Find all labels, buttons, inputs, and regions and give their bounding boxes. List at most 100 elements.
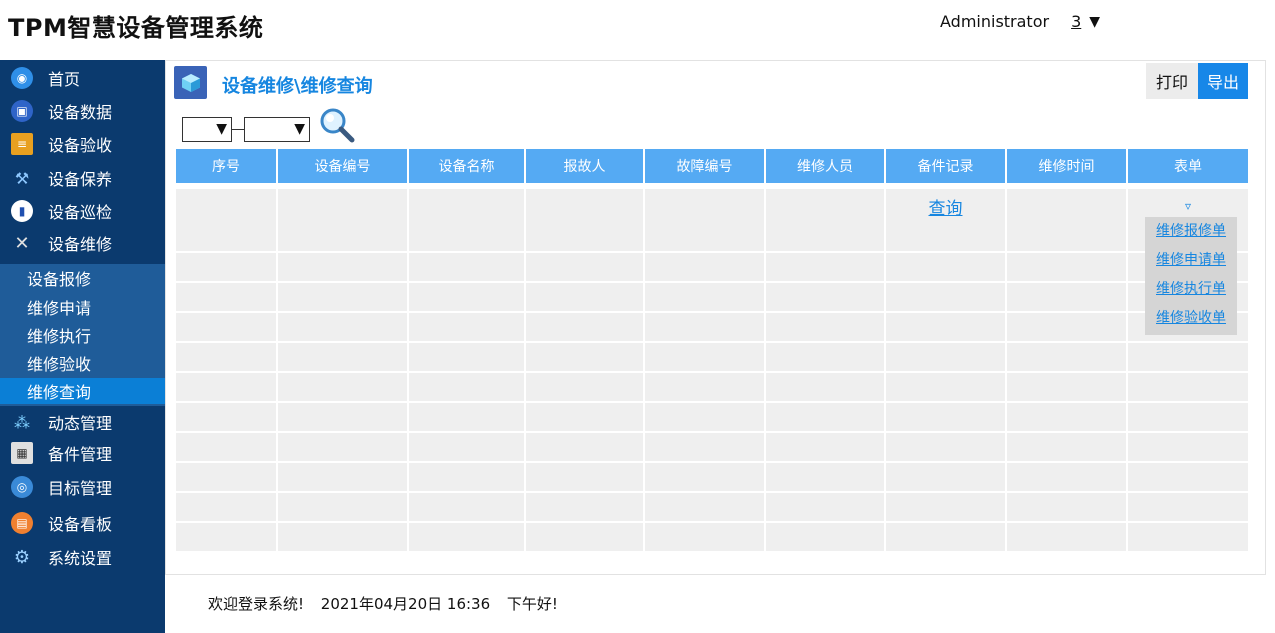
form-menu-item[interactable]: 维修报修单 xyxy=(1145,217,1237,246)
table-cell xyxy=(766,523,886,551)
table-cell xyxy=(526,433,645,461)
sidebar-item-home[interactable]: ◉ 首页 xyxy=(0,62,165,94)
sidebar-item-equipment-data[interactable]: ▣ 设备数据 xyxy=(0,95,165,127)
table-row xyxy=(176,521,1250,551)
status-footer: 欢迎登录系统! 2021年04月20日 16:36 下午好! xyxy=(208,593,570,614)
sidebar-item-acceptance[interactable]: ≡ 设备验收 xyxy=(0,128,165,160)
table-cell xyxy=(409,463,526,491)
table-cell xyxy=(278,433,409,461)
table-cell xyxy=(766,433,886,461)
tools-icon: ⚒ xyxy=(14,168,30,188)
range-separator xyxy=(232,128,244,130)
table-cell xyxy=(645,189,766,223)
table-cell xyxy=(278,463,409,491)
sidebar-item-label: 设备维修 xyxy=(48,235,113,254)
column-header: 维修人员 xyxy=(766,149,886,183)
table-cell xyxy=(645,523,766,551)
table-cell xyxy=(645,463,766,491)
table-cell xyxy=(526,343,645,371)
table-cell xyxy=(645,283,766,311)
start-date-select[interactable]: ▼ xyxy=(182,116,232,142)
submenu-item-accept[interactable]: 维修验收 xyxy=(0,350,165,376)
table-cell xyxy=(886,283,1007,311)
form-menu-item[interactable]: 维修执行单 xyxy=(1145,275,1237,304)
table-cell xyxy=(526,223,645,251)
repair-query-table: 序号 设备编号 设备名称 报故人 故障编号 维修人员 备件记录 维修时间 表单 查询 ▿ xyxy=(176,149,1250,551)
table-cell xyxy=(645,493,766,521)
table-cell xyxy=(1007,433,1128,461)
table-cell xyxy=(645,343,766,371)
submenu-item-apply[interactable]: 维修申请 xyxy=(0,294,165,320)
table-cell xyxy=(886,313,1007,341)
table-cell xyxy=(409,373,526,401)
table-cell xyxy=(1128,343,1250,371)
export-button[interactable]: 导出 xyxy=(1198,63,1248,99)
table-cell xyxy=(886,343,1007,371)
sidebar-item-label: 设备巡检 xyxy=(48,203,113,222)
user-name[interactable]: Administrator xyxy=(940,12,1049,31)
form-menu-item[interactable]: 维修申请单 xyxy=(1145,246,1237,275)
table-cell xyxy=(409,523,526,551)
column-header: 设备名称 xyxy=(409,149,526,183)
table-cell xyxy=(766,253,886,281)
table-cell xyxy=(1007,253,1128,281)
table-cell xyxy=(176,343,278,371)
table-row xyxy=(176,401,1250,431)
table-cell xyxy=(176,223,278,251)
table-cell xyxy=(176,403,278,431)
search-button[interactable] xyxy=(318,106,356,144)
share-icon: ⁂ xyxy=(14,412,30,432)
greeting-text: 下午好! xyxy=(506,595,558,613)
sidebar-item-spare-parts[interactable]: ▦ 备件管理 xyxy=(0,437,165,469)
table-cell xyxy=(1007,343,1128,371)
table-cell xyxy=(526,313,645,341)
column-header: 序号 xyxy=(176,149,278,183)
notification-count[interactable]: 3 xyxy=(1071,12,1081,31)
sidebar-item-maintenance[interactable]: ⚒ 设备保养 xyxy=(0,162,165,194)
form-toggle-icon[interactable]: ▿ xyxy=(1185,199,1191,213)
table-cell xyxy=(766,373,886,401)
sidebar-item-settings[interactable]: ⚙ 系统设置 xyxy=(0,541,165,573)
table-cell xyxy=(278,523,409,551)
submenu-item-query[interactable]: 维修查询 xyxy=(0,378,165,404)
table-cell xyxy=(886,493,1007,521)
table-row: 查询 ▿ xyxy=(176,187,1250,223)
table-cell xyxy=(409,403,526,431)
table-cell xyxy=(886,373,1007,401)
submenu-item-execute[interactable]: 维修执行 xyxy=(0,322,165,348)
table-cell xyxy=(176,493,278,521)
sidebar-item-targets[interactable]: ◎ 目标管理 xyxy=(0,471,165,503)
table-cell xyxy=(1007,373,1128,401)
table-cell xyxy=(176,283,278,311)
sidebar-item-dashboard[interactable]: ▤ 设备看板 xyxy=(0,507,165,539)
table-cell: 查询 xyxy=(886,189,1007,223)
print-button[interactable]: 打印 xyxy=(1146,63,1198,99)
user-menu-caret-icon[interactable]: ▼ xyxy=(1089,14,1100,30)
table-cell xyxy=(409,223,526,251)
table-cell xyxy=(766,283,886,311)
table-cell xyxy=(1128,523,1250,551)
sidebar-item-inspection[interactable]: ▮ 设备巡检 xyxy=(0,195,165,227)
table-cell xyxy=(278,283,409,311)
table-cell xyxy=(766,313,886,341)
sidebar-item-label: 系统设置 xyxy=(48,549,113,568)
search-icon xyxy=(320,108,355,143)
table-cell xyxy=(1128,493,1250,521)
spare-record-query-link[interactable]: 查询 xyxy=(929,194,963,219)
table-cell xyxy=(278,253,409,281)
sidebar-item-repair[interactable]: ✕ 设备维修 xyxy=(0,227,165,259)
form-menu-item[interactable]: 维修验收单 xyxy=(1145,304,1237,333)
table-cell xyxy=(886,253,1007,281)
sidebar-item-dynamic[interactable]: ⁂ 动态管理 xyxy=(0,406,165,438)
table-cell xyxy=(409,283,526,311)
repair-icon: ✕ xyxy=(14,232,30,254)
table-cell xyxy=(1007,403,1128,431)
table-cell xyxy=(645,253,766,281)
table-cell xyxy=(526,403,645,431)
table-cell xyxy=(176,433,278,461)
table-cell xyxy=(1128,433,1250,461)
submenu-item-report[interactable]: 设备报修 xyxy=(0,265,165,291)
table-row xyxy=(176,251,1250,281)
end-date-select[interactable]: ▼ xyxy=(244,116,310,142)
table-cell xyxy=(766,223,886,251)
